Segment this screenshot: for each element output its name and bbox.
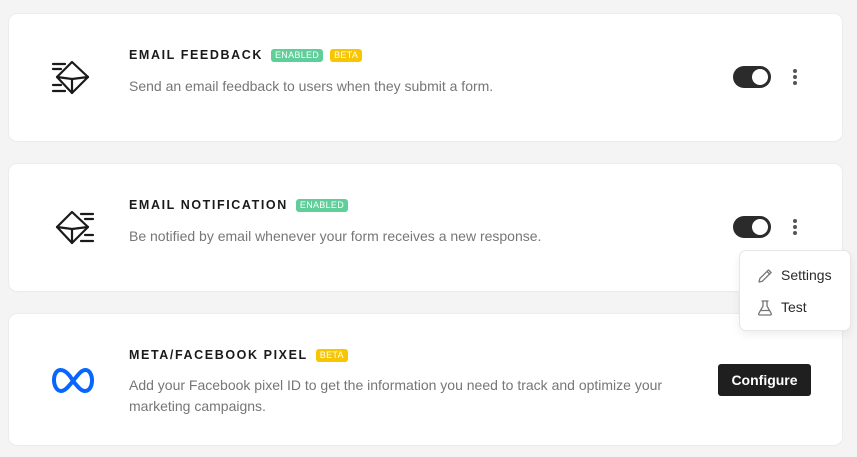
integration-card-email-feedback: EMAIL FEEDBACK ENABLED BETA Send an emai… — [9, 14, 842, 141]
dot — [793, 219, 797, 223]
flask-icon — [756, 299, 774, 317]
dot — [793, 231, 797, 235]
integration-title: META/FACEBOOK PIXEL — [129, 348, 308, 362]
dot — [793, 225, 797, 229]
integration-info: EMAIL NOTIFICATION ENABLED Be notified b… — [129, 198, 699, 247]
integration-info: META/FACEBOOK PIXEL BETA Add your Facebo… — [129, 348, 699, 417]
menu-item-label: Test — [781, 299, 807, 315]
title-row: META/FACEBOOK PIXEL BETA — [129, 348, 699, 362]
dot — [793, 69, 797, 73]
pencil-icon — [756, 267, 774, 285]
toggle-knob — [752, 219, 768, 235]
beta-badge: BETA — [315, 348, 348, 362]
integration-description: Send an email feedback to users when the… — [129, 78, 494, 94]
integration-card-meta-pixel: META/FACEBOOK PIXEL BETA Add your Facebo… — [9, 314, 842, 445]
more-options-icon[interactable] — [787, 217, 803, 237]
integration-info: EMAIL FEEDBACK ENABLED BETA Send an emai… — [129, 48, 699, 97]
integration-description: Add your Facebook pixel ID to get the in… — [129, 377, 663, 414]
beta-badge: BETA — [330, 48, 363, 62]
integration-title: EMAIL FEEDBACK — [129, 48, 263, 62]
integration-card-email-notification: EMAIL NOTIFICATION ENABLED Be notified b… — [9, 164, 842, 291]
menu-item-test[interactable]: Test — [740, 293, 850, 321]
dot — [793, 81, 797, 85]
menu-item-settings[interactable]: Settings — [740, 261, 850, 289]
integrations-page: EMAIL FEEDBACK ENABLED BETA Send an emai… — [0, 0, 857, 457]
integration-description: Be notified by email whenever your form … — [129, 228, 542, 244]
enabled-badge: ENABLED — [270, 48, 324, 62]
title-row: EMAIL FEEDBACK ENABLED BETA — [129, 48, 699, 62]
toggle-knob — [752, 69, 768, 85]
enable-toggle[interactable] — [733, 66, 771, 88]
email-notification-icon — [51, 207, 95, 251]
configure-button[interactable]: Configure — [718, 364, 811, 396]
dot — [793, 75, 797, 79]
more-options-icon[interactable] — [787, 67, 803, 87]
options-dropdown-menu: Settings Test — [740, 251, 850, 330]
integration-title: EMAIL NOTIFICATION — [129, 198, 288, 212]
enable-toggle[interactable] — [733, 216, 771, 238]
enabled-badge: ENABLED — [295, 198, 349, 212]
email-feedback-icon — [51, 57, 95, 101]
meta-logo-icon — [51, 359, 95, 403]
title-row: EMAIL NOTIFICATION ENABLED — [129, 198, 699, 212]
menu-item-label: Settings — [781, 267, 832, 283]
